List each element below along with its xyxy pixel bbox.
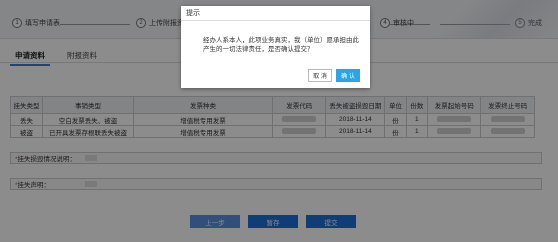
cancel-button[interactable]: 取 消 — [308, 69, 332, 82]
confirm-dialog: 提示 经办人系本人，此项业务真实，我（单位）愿承担由此产生的一切法律责任，是否确… — [181, 6, 370, 88]
dialog-buttons: 取 消 确 认 — [308, 69, 360, 82]
confirm-button[interactable]: 确 认 — [336, 69, 360, 82]
dialog-title: 提示 — [181, 6, 370, 21]
dialog-message: 经办人系本人，此项业务真实，我（单位）愿承担由此产生的一切法律责任，是否确认提交… — [203, 37, 359, 53]
